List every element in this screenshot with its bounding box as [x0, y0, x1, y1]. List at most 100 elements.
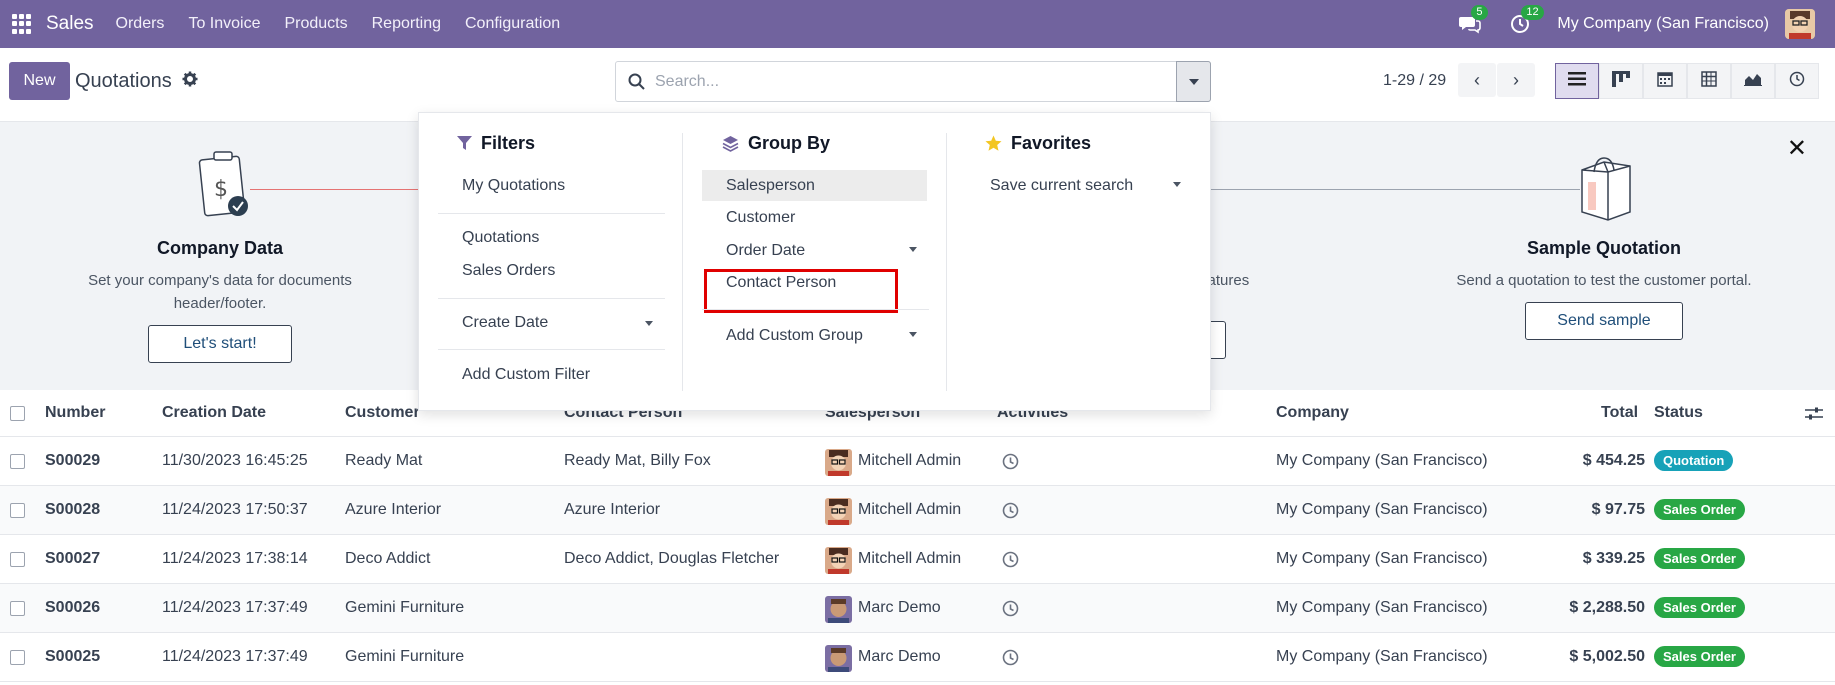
group-by-order-date[interactable]: Order Date: [726, 242, 805, 260]
column-customer[interactable]: Customer: [345, 404, 420, 422]
divider: [438, 349, 665, 350]
column-status[interactable]: Status: [1654, 404, 1703, 422]
status-badge: Sales Order: [1654, 548, 1745, 569]
activity-view-button[interactable]: [1775, 63, 1819, 99]
salesperson-avatar: [825, 498, 852, 525]
salesperson-avatar: [825, 645, 852, 672]
filter-create-date[interactable]: Create Date: [462, 314, 548, 332]
column-number[interactable]: Number: [45, 404, 105, 422]
progress-line: [250, 189, 420, 190]
row-checkbox[interactable]: [10, 503, 25, 518]
breadcrumb: Quotations: [75, 70, 198, 93]
column-company[interactable]: Company: [1276, 404, 1349, 422]
list-view-button[interactable]: [1555, 63, 1599, 99]
menu-products[interactable]: Products: [284, 15, 347, 33]
select-all-checkbox[interactable]: [10, 406, 25, 421]
menu-reporting[interactable]: Reporting: [372, 15, 441, 33]
cell-company: My Company (San Francisco): [1276, 648, 1488, 665]
salesperson-avatar: [825, 596, 852, 623]
pager-next-button[interactable]: ›: [1497, 63, 1535, 97]
menu-orders[interactable]: Orders: [116, 15, 165, 33]
column-total[interactable]: Total: [1601, 404, 1638, 422]
search-options-toggle[interactable]: [1176, 61, 1211, 102]
activity-clock-icon[interactable]: [1002, 453, 1019, 475]
add-custom-filter[interactable]: Add Custom Filter: [462, 366, 590, 384]
table-row[interactable]: S00027 11/24/2023 17:38:14 Deco Addict D…: [0, 535, 1835, 584]
cell-number: S00025: [45, 648, 101, 665]
activity-clock-icon[interactable]: [1002, 649, 1019, 671]
top-navbar: Sales Orders To Invoice Products Reporti…: [0, 0, 1835, 48]
favorites-header: Favorites: [985, 133, 1091, 154]
app-brand[interactable]: Sales: [46, 13, 94, 35]
layers-icon: [722, 135, 739, 152]
table-row[interactable]: S00028 11/24/2023 17:50:37 Azure Interio…: [0, 486, 1835, 535]
cell-customer: Ready Mat: [345, 452, 423, 469]
new-button[interactable]: New: [9, 62, 70, 100]
row-checkbox[interactable]: [10, 601, 25, 616]
save-current-search[interactable]: Save current search: [990, 177, 1133, 195]
user-avatar[interactable]: [1785, 9, 1815, 39]
pivot-view-button[interactable]: [1687, 63, 1731, 99]
graph-view-button[interactable]: [1731, 63, 1775, 99]
cell-company: My Company (San Francisco): [1276, 550, 1488, 567]
calendar-view-button[interactable]: [1643, 63, 1687, 99]
add-custom-group[interactable]: Add Custom Group: [726, 327, 863, 345]
table-row[interactable]: S00029 11/30/2023 16:45:25 Ready Mat Rea…: [0, 437, 1835, 486]
group-by-header: Group By: [722, 133, 830, 154]
cell-contact: Azure Interior: [564, 501, 661, 518]
svg-text:$: $: [214, 177, 228, 202]
menu-configuration[interactable]: Configuration: [465, 15, 560, 33]
apps-menu-icon[interactable]: [12, 14, 32, 34]
messages-icon[interactable]: 5: [1457, 5, 1488, 37]
chevron-left-icon: ‹: [1474, 69, 1480, 90]
pager-previous-button[interactable]: ‹: [1458, 63, 1496, 97]
cell-date: 11/24/2023 17:37:49: [162, 648, 308, 665]
cell-company: My Company (San Francisco): [1276, 599, 1488, 616]
cell-number: S00027: [45, 550, 101, 567]
row-checkbox[interactable]: [10, 552, 25, 567]
quotations-table: Number Creation Date Customer Contact Pe…: [0, 390, 1835, 682]
step-title: Company Data: [156, 238, 284, 258]
step-description: Send a quotation to test the customer po…: [1456, 272, 1752, 289]
cell-customer: Gemini Furniture: [345, 648, 465, 665]
group-by-customer[interactable]: Customer: [726, 209, 795, 227]
step-sample-quotation: Sample Quotation Send a quotation to tes…: [1454, 238, 1754, 340]
column-separator: [682, 133, 683, 391]
group-by-salesperson[interactable]: Salesperson: [726, 177, 815, 195]
pager-value[interactable]: 1-29 / 29: [1383, 72, 1446, 90]
table-row[interactable]: S00025 11/24/2023 17:37:49 Gemini Furnit…: [0, 633, 1835, 682]
caret-down-icon: [1173, 182, 1181, 187]
filter-quotations[interactable]: Quotations: [462, 229, 539, 247]
column-creation-date[interactable]: Creation Date: [162, 404, 266, 422]
cell-number: S00028: [45, 501, 101, 518]
lets-start-button[interactable]: Let's start!: [148, 325, 292, 363]
company-switcher[interactable]: My Company (San Francisco): [1557, 15, 1769, 33]
filter-my-quotations[interactable]: My Quotations: [462, 177, 565, 195]
menu-to-invoice[interactable]: To Invoice: [188, 15, 260, 33]
gear-icon[interactable]: [182, 71, 198, 92]
search-input[interactable]: [655, 72, 1155, 91]
activity-clock-icon[interactable]: [1002, 600, 1019, 622]
row-checkbox[interactable]: [10, 454, 25, 469]
cell-contact: Deco Addict, Douglas Fletcher: [564, 550, 780, 567]
pivot-table-icon: [1701, 70, 1717, 92]
send-sample-button[interactable]: Send sample: [1525, 302, 1683, 340]
optional-columns-icon[interactable]: [1805, 406, 1823, 426]
row-checkbox[interactable]: [10, 650, 25, 665]
close-icon[interactable]: ✕: [1787, 134, 1807, 163]
kanban-view-button[interactable]: [1599, 63, 1643, 99]
filter-sales-orders[interactable]: Sales Orders: [462, 262, 555, 280]
activities-clock-icon[interactable]: 12: [1507, 5, 1544, 37]
activity-clock-icon[interactable]: [1002, 551, 1019, 573]
divider: [438, 298, 665, 299]
cell-number: S00026: [45, 599, 101, 616]
cell-date: 11/24/2023 17:50:37: [162, 501, 308, 518]
filters-header: Filters: [457, 133, 535, 154]
favorites-section: Favorites: [985, 133, 1091, 154]
messages-badge: 5: [1471, 5, 1488, 20]
cell-customer: Azure Interior: [345, 501, 442, 518]
table-row[interactable]: S00026 11/24/2023 17:37:49 Gemini Furnit…: [0, 584, 1835, 633]
cell-date: 11/24/2023 17:38:14: [162, 550, 308, 567]
progress-line: [1210, 189, 1580, 190]
activity-clock-icon[interactable]: [1002, 502, 1019, 524]
